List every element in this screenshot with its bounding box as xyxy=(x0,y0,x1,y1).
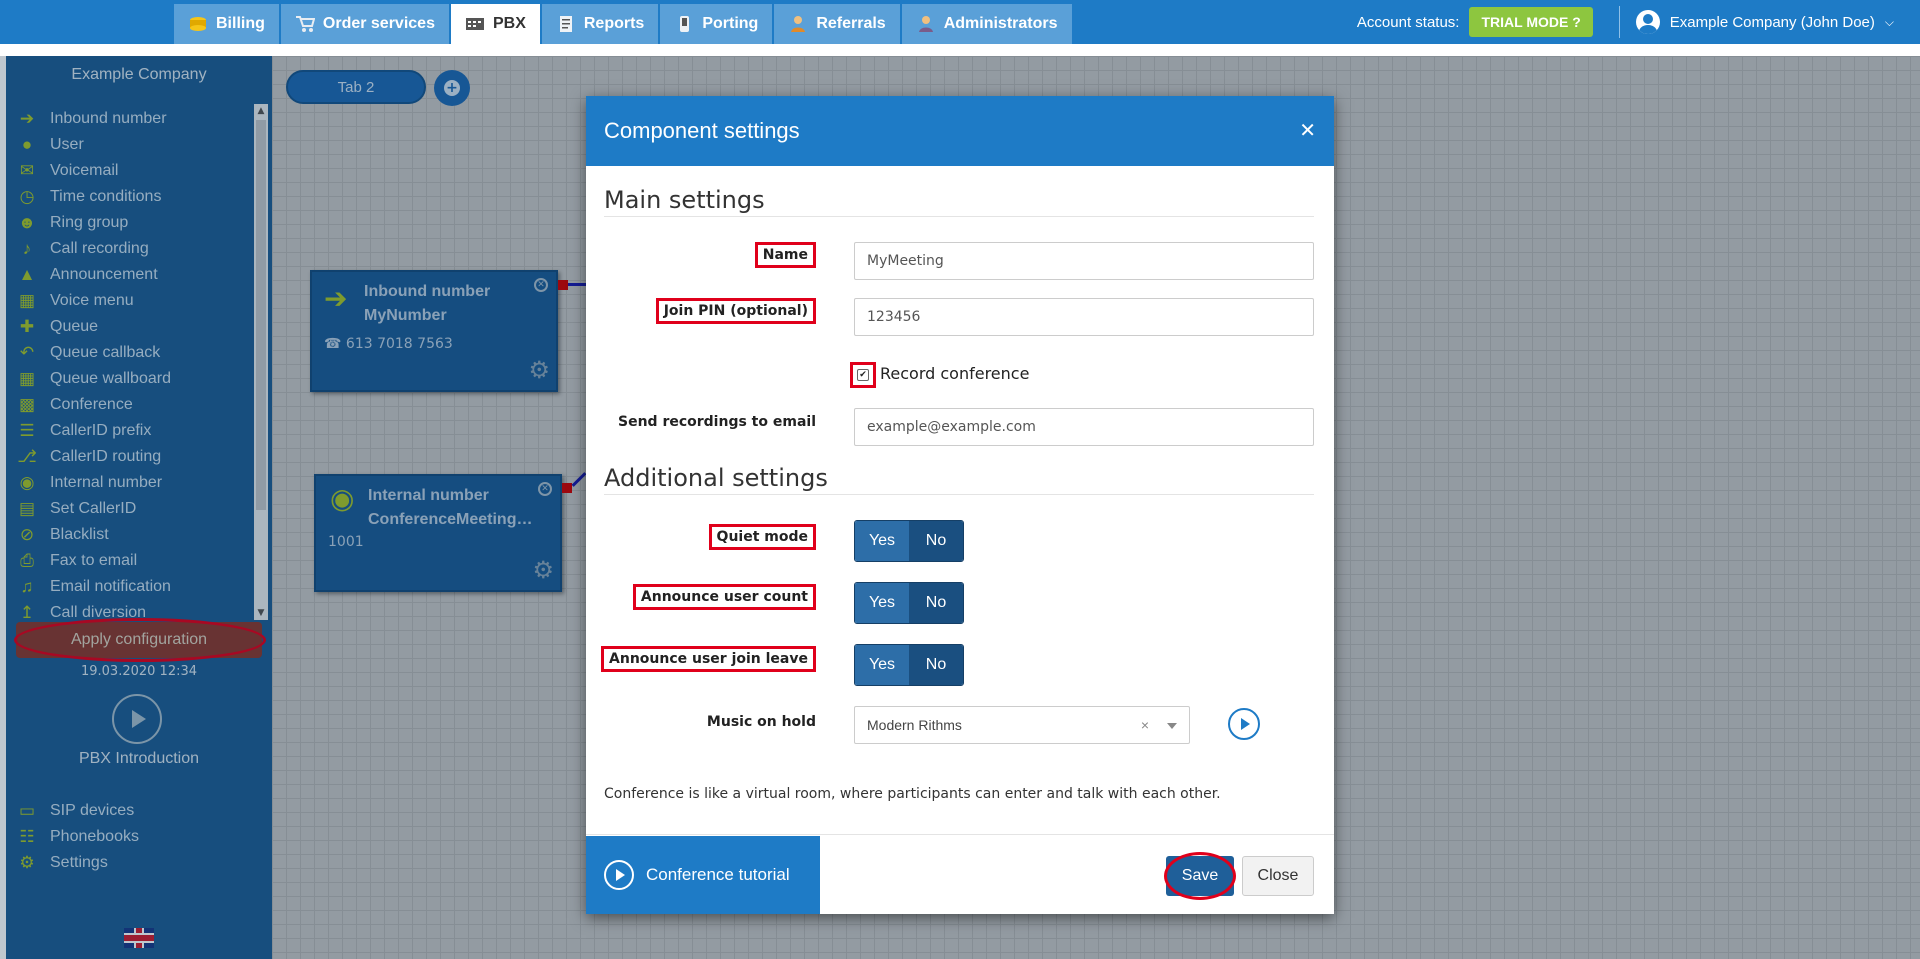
tab-pbx[interactable]: PBX xyxy=(450,4,540,44)
join-pin-input[interactable]: 123456 xyxy=(854,298,1314,336)
announce-user-count-label: Announce user count xyxy=(632,584,816,610)
help-icon: ? xyxy=(1572,14,1581,30)
announce-join-leave-label: Announce user join leave xyxy=(601,646,816,672)
name-label: Name xyxy=(754,242,816,268)
announce-user-count-toggle: Yes No xyxy=(854,582,964,624)
phone-icon xyxy=(674,15,694,33)
announce-join-leave-toggle: Yes No xyxy=(854,644,964,686)
additional-settings-heading: Additional settings xyxy=(604,464,828,492)
dialog-title: Component settings xyxy=(604,118,800,143)
record-conference-checkbox[interactable]: ✔ xyxy=(850,362,876,388)
referral-icon xyxy=(788,15,808,33)
music-on-hold-select[interactable]: Modern Rithms × xyxy=(854,706,1190,744)
tab-order-services[interactable]: Order services xyxy=(280,4,449,44)
tab-porting[interactable]: Porting xyxy=(660,4,773,44)
name-input[interactable]: MyMeeting xyxy=(854,242,1314,280)
cart-icon xyxy=(295,15,316,33)
tab-referrals[interactable]: Referrals xyxy=(774,4,900,44)
divider xyxy=(604,494,1314,495)
quiet-mode-yes[interactable]: Yes xyxy=(855,521,909,561)
main-tabs: Billing Order services PBX Reports Porti… xyxy=(174,4,1074,44)
user-menu[interactable]: Example Company (John Doe) ⌵ xyxy=(1635,10,1894,34)
check-icon: ✔ xyxy=(857,369,869,381)
announce-join-yes[interactable]: Yes xyxy=(855,645,909,685)
record-conference-label: Record conference xyxy=(880,364,1030,383)
play-icon xyxy=(604,860,634,890)
email-field[interactable]: example@example.com xyxy=(854,408,1314,446)
highlight-ring xyxy=(1164,852,1236,900)
tab-reports[interactable]: Reports xyxy=(541,4,659,44)
play-music-button[interactable] xyxy=(1228,708,1260,740)
quiet-mode-toggle: Yes No xyxy=(854,520,964,562)
component-settings-dialog: Component settings ✕ Main settings Name … xyxy=(586,96,1334,914)
music-on-hold-label: Music on hold xyxy=(706,714,816,730)
account-status-label: Account status: xyxy=(1356,13,1460,31)
announce-count-yes[interactable]: Yes xyxy=(855,583,909,623)
quiet-mode-label: Quiet mode xyxy=(708,524,816,550)
join-pin-label: Join PIN (optional) xyxy=(655,298,816,324)
main-settings-heading: Main settings xyxy=(604,186,765,214)
top-navbar: Billing Order services PBX Reports Porti… xyxy=(0,0,1920,44)
send-recordings-label: Send recordings to email xyxy=(618,414,816,430)
trial-mode-badge[interactable]: TRIAL MODE ? xyxy=(1469,7,1593,37)
component-description: Conference is like a virtual room, where… xyxy=(604,786,1221,802)
pbx-icon xyxy=(465,15,485,33)
selected-value: Modern Rithms xyxy=(867,717,962,733)
clear-icon[interactable]: × xyxy=(1141,717,1149,733)
avatar xyxy=(1635,10,1660,34)
divider xyxy=(586,834,1334,835)
admin-icon xyxy=(916,15,936,33)
divider xyxy=(604,216,1314,217)
chevron-down-icon[interactable] xyxy=(1167,723,1177,729)
announce-count-no[interactable]: No xyxy=(909,583,963,623)
quiet-mode-no[interactable]: No xyxy=(909,521,963,561)
divider xyxy=(1618,6,1620,38)
account-area: Account status: TRIAL MODE ? Example Com… xyxy=(1357,0,1920,44)
coins-icon xyxy=(188,15,208,33)
close-button[interactable]: Close xyxy=(1242,856,1314,896)
announce-join-no[interactable]: No xyxy=(909,645,963,685)
close-icon[interactable]: ✕ xyxy=(1299,118,1316,142)
tab-billing[interactable]: Billing xyxy=(174,4,279,44)
chevron-down-icon: ⌵ xyxy=(1884,14,1894,29)
dialog-header: Component settings xyxy=(586,96,1334,166)
report-icon xyxy=(556,15,576,33)
tab-administrators[interactable]: Administrators xyxy=(901,4,1072,44)
conference-tutorial-button[interactable]: Conference tutorial xyxy=(586,836,820,914)
